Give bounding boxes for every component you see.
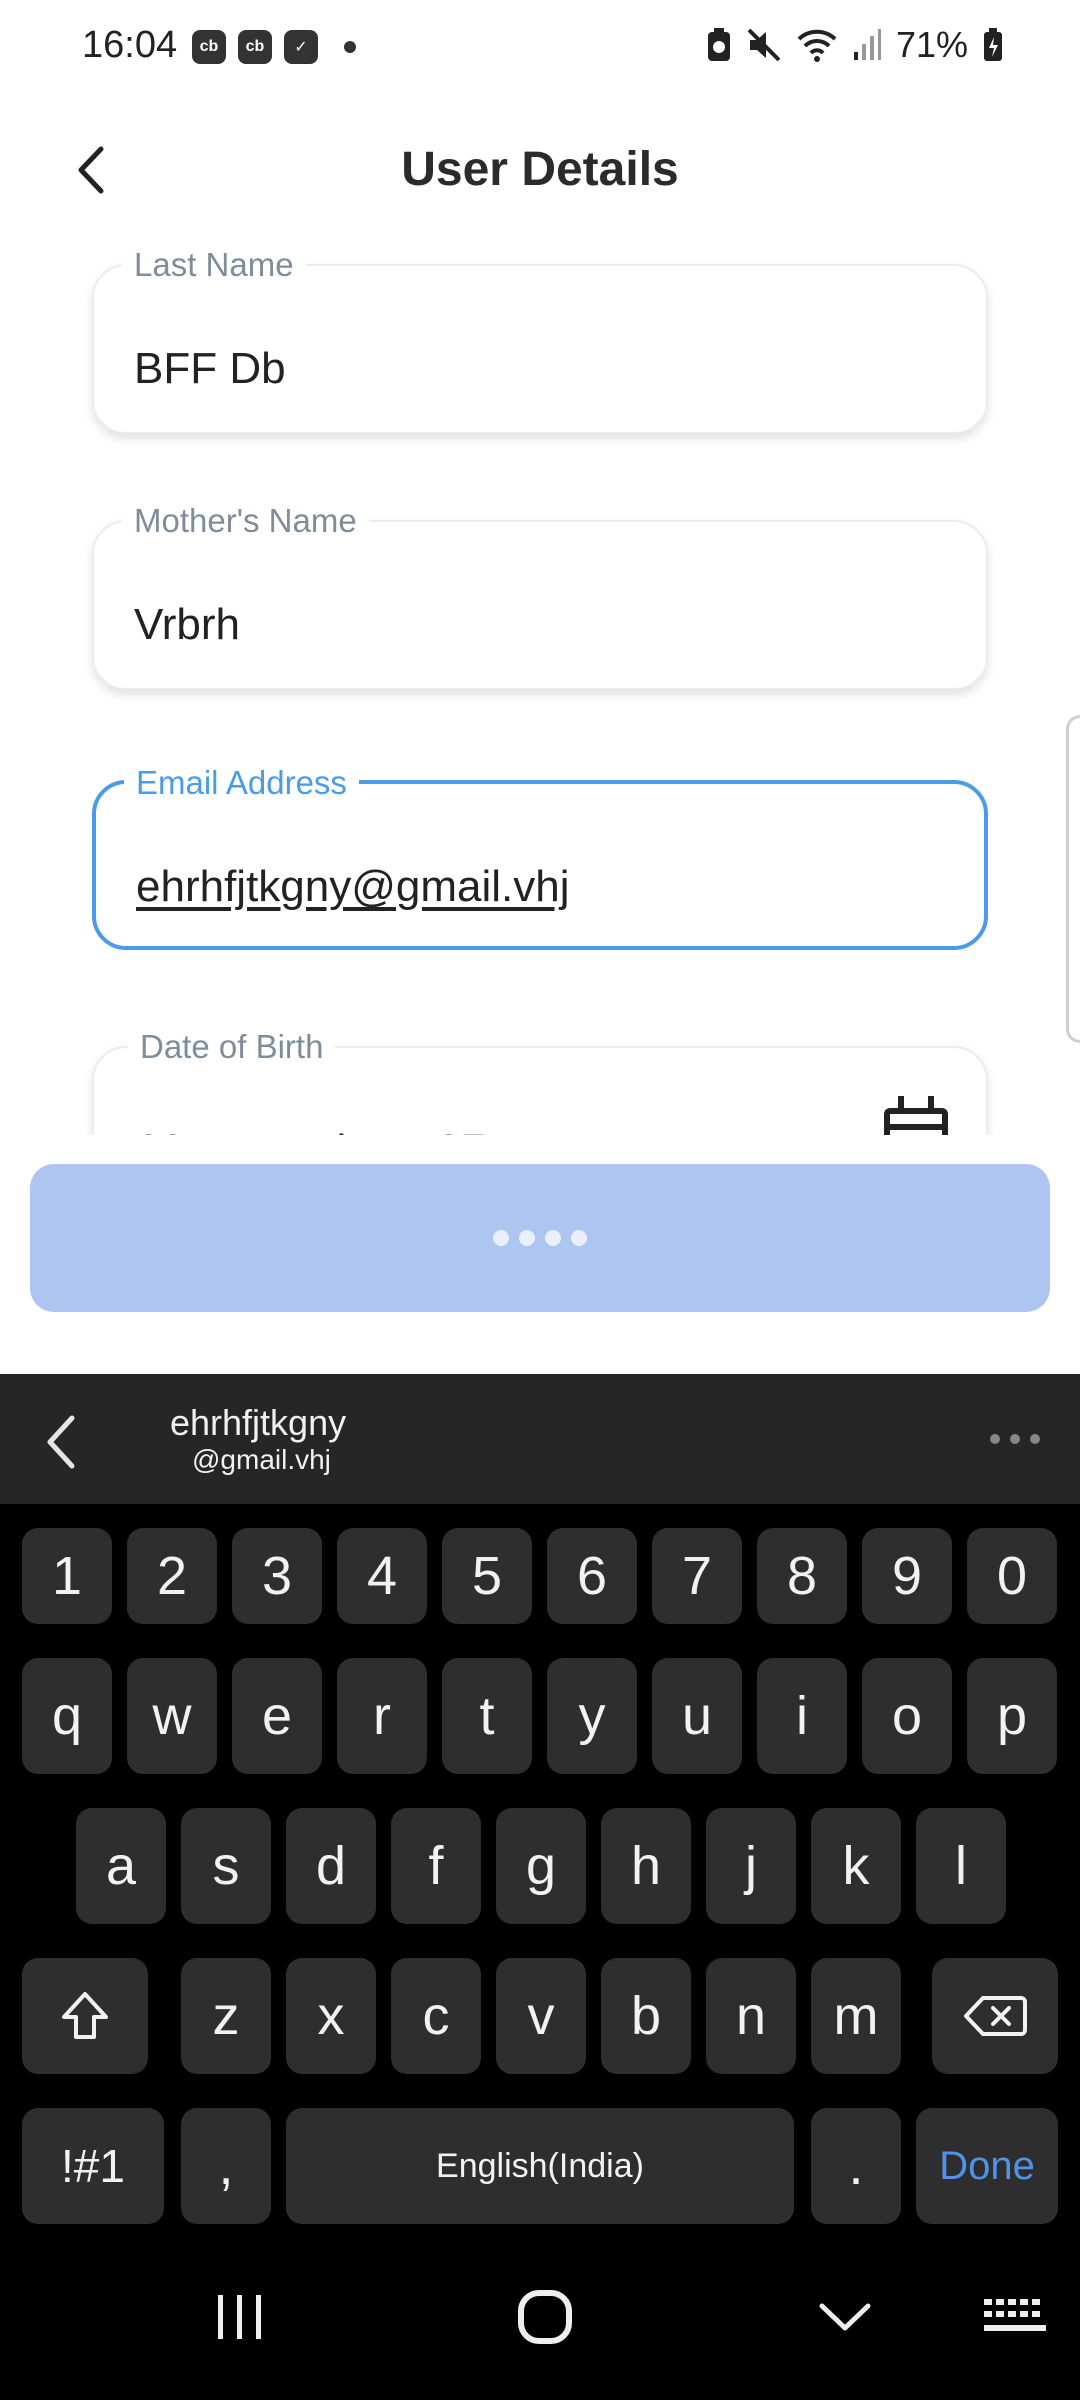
calendar-icon[interactable]	[884, 1096, 948, 1135]
system-nav-bar	[0, 2234, 1080, 2400]
signal-icon	[853, 29, 881, 60]
battery-charging-icon	[984, 28, 1002, 61]
more-notifications-dot-icon	[344, 41, 356, 53]
key-y[interactable]: y	[547, 1658, 637, 1774]
suggestion-back-button[interactable]	[40, 1412, 90, 1472]
key-4[interactable]: 4	[337, 1528, 427, 1624]
wifi-icon	[797, 29, 837, 62]
key-d[interactable]: d	[286, 1808, 376, 1924]
cb-notification-icon: cb	[192, 30, 226, 64]
key-8[interactable]: 8	[757, 1528, 847, 1624]
loading-dot-icon	[493, 1230, 509, 1246]
key-k[interactable]: k	[811, 1808, 901, 1924]
key-0[interactable]: 0	[967, 1528, 1057, 1624]
last-name-value[interactable]: BFF Db	[134, 344, 286, 394]
submit-button[interactable]	[30, 1164, 1050, 1312]
date-of-birth-field[interactable]: Date of Birth 23 November 1975	[92, 1028, 988, 1135]
mothers-name-field[interactable]: Mother's Name Vrbrh	[92, 502, 988, 690]
key-t[interactable]: t	[442, 1658, 532, 1774]
key-h[interactable]: h	[601, 1808, 691, 1924]
key-x[interactable]: x	[286, 1958, 376, 2074]
email-address-value[interactable]: ehrhfjtkgny@gmail.vhj	[136, 862, 570, 912]
last-name-field[interactable]: Last Name BFF Db	[92, 246, 988, 434]
suggestion-bar: ehrhfjtkgny @gmail.vhj	[0, 1374, 1080, 1504]
chevron-left-icon	[47, 1415, 75, 1469]
keyboard-switch-button[interactable]	[975, 2234, 1055, 2400]
key-e[interactable]: e	[232, 1658, 322, 1774]
key-w[interactable]: w	[127, 1658, 217, 1774]
key-q[interactable]: q	[22, 1658, 112, 1774]
more-options-icon[interactable]	[990, 1434, 1040, 1444]
key-j[interactable]: j	[706, 1808, 796, 1924]
email-address-field[interactable]: Email Address ehrhfjtkgny@gmail.vhj	[92, 764, 988, 950]
symbols-key[interactable]: !#1	[22, 2108, 164, 2224]
page-title: User Details	[401, 143, 679, 196]
key-m[interactable]: m	[811, 1958, 901, 2074]
key-1[interactable]: 1	[22, 1528, 112, 1624]
notification-icons: cb cb ✓	[192, 30, 356, 64]
space-key[interactable]: English(India)	[286, 2108, 794, 2224]
key-o[interactable]: o	[862, 1658, 952, 1774]
done-key[interactable]: Done	[916, 2108, 1058, 2224]
user-details-form[interactable]: Last Name BFF Db Mother's Name Vrbrh Ema…	[0, 240, 1080, 1135]
suggestion-chip[interactable]: ehrhfjtkgny @gmail.vhj	[170, 1402, 346, 1476]
mothers-name-value[interactable]: Vrbrh	[134, 600, 240, 650]
scroll-indicator	[1066, 715, 1080, 1043]
key-3[interactable]: 3	[232, 1528, 322, 1624]
last-name-label: Last Name	[122, 246, 306, 284]
key-5[interactable]: 5	[442, 1528, 532, 1624]
key-p[interactable]: p	[967, 1658, 1057, 1774]
keyboard-icon	[984, 2299, 1046, 2331]
home-icon	[518, 2290, 572, 2344]
recent-apps-button[interactable]	[200, 2234, 280, 2400]
key-r[interactable]: r	[337, 1658, 427, 1774]
shift-key[interactable]	[22, 1958, 148, 2074]
key-2[interactable]: 2	[127, 1528, 217, 1624]
loading-dot-icon	[545, 1230, 561, 1246]
key-f[interactable]: f	[391, 1808, 481, 1924]
key-7[interactable]: 7	[652, 1528, 742, 1624]
status-bar: 16:04 cb cb ✓ 71%	[0, 0, 1080, 100]
loading-dot-icon	[519, 1230, 535, 1246]
key-6[interactable]: 6	[547, 1528, 637, 1624]
shift-arrow-icon	[62, 1992, 108, 2039]
key-c[interactable]: c	[391, 1958, 481, 2074]
key-g[interactable]: g	[496, 1808, 586, 1924]
battery-saver-icon	[707, 28, 730, 61]
period-key[interactable]: .	[811, 2108, 901, 2224]
loading-dot-icon	[571, 1230, 587, 1246]
hide-keyboard-button[interactable]	[800, 2234, 890, 2400]
backspace-icon	[964, 1996, 1027, 2036]
date-of-birth-label: Date of Birth	[128, 1028, 336, 1066]
key-n[interactable]: n	[706, 1958, 796, 2074]
recent-apps-icon	[218, 2295, 261, 2339]
key-z[interactable]: z	[181, 1958, 271, 2074]
key-s[interactable]: s	[181, 1808, 271, 1924]
cb-notification-icon: cb	[238, 30, 272, 64]
check-notification-icon: ✓	[284, 30, 318, 64]
suggestion-line-1: ehrhfjtkgny	[170, 1402, 347, 1443]
key-v[interactable]: v	[496, 1958, 586, 2074]
suggestion-line-2: @gmail.vhj	[192, 1444, 331, 1475]
backspace-key[interactable]	[932, 1958, 1058, 2074]
key-l[interactable]: l	[916, 1808, 1006, 1924]
status-time: 16:04	[82, 24, 178, 66]
email-address-label: Email Address	[124, 764, 359, 802]
app-bar: User Details	[0, 100, 1080, 240]
mute-icon	[747, 28, 781, 62]
key-u[interactable]: u	[652, 1658, 742, 1774]
key-9[interactable]: 9	[862, 1528, 952, 1624]
key-a[interactable]: a	[76, 1808, 166, 1924]
mothers-name-label: Mother's Name	[122, 502, 369, 540]
home-button[interactable]	[500, 2234, 590, 2400]
date-of-birth-value[interactable]: 23 November 1975	[136, 1126, 510, 1135]
comma-key[interactable]: ,	[181, 2108, 271, 2224]
key-i[interactable]: i	[757, 1658, 847, 1774]
chevron-down-icon	[819, 2303, 871, 2331]
battery-percent: 71%	[895, 24, 968, 65]
key-b[interactable]: b	[601, 1958, 691, 2074]
system-status: 71%	[706, 24, 1004, 66]
